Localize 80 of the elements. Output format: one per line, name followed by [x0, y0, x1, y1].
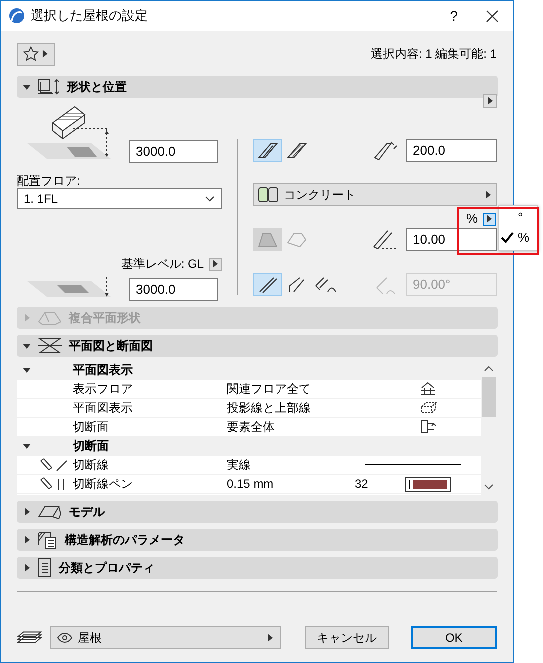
projection-icon	[420, 401, 438, 415]
thickness-field[interactable]: 200.0	[406, 139, 497, 162]
property-name: 平面図表示	[73, 400, 134, 417]
floor-label: 配置フロア:	[17, 173, 82, 188]
base-height-field[interactable]: 3000.0	[129, 278, 218, 301]
unit-menu-button[interactable]	[483, 212, 496, 226]
reference-level-label: 基準レベル: GL	[121, 256, 204, 273]
expand-icon	[23, 314, 31, 322]
help-button[interactable]: ?	[442, 9, 466, 23]
slope-field[interactable]: 10.00	[406, 228, 497, 251]
section-header[interactable]: 形状と位置	[17, 76, 498, 98]
expand-icon	[23, 366, 31, 374]
property-value: 要素全体	[227, 419, 276, 436]
selection-info: 選択内容: 1 編集可能: 1	[370, 46, 497, 63]
floor-dropdown[interactable]: 1. 1FL	[17, 188, 222, 209]
edge-option-icon	[314, 276, 338, 294]
level-menu-button[interactable]	[209, 258, 222, 270]
group-label: 切断面	[73, 438, 109, 455]
eye-icon	[57, 632, 74, 642]
property-name: 切断面	[73, 419, 110, 436]
expand-icon	[23, 342, 31, 350]
edge-toggle[interactable]	[253, 273, 282, 296]
section-header[interactable]: 分類とプロパティ	[17, 557, 498, 579]
property-value: 実線	[227, 457, 252, 474]
section-header[interactable]: モデル	[17, 501, 498, 523]
ok-button[interactable]: OK	[411, 626, 497, 649]
model-icon	[37, 504, 63, 520]
roof-shape-icon	[37, 310, 63, 326]
options-button[interactable]	[483, 94, 497, 108]
section-header[interactable]: 構造解析のパラメータ	[17, 529, 498, 551]
layer-dropdown[interactable]: 屋根	[50, 626, 282, 649]
structure-option-icon	[256, 142, 278, 160]
caret-icon	[486, 97, 494, 105]
property-name: 切断線	[73, 457, 110, 474]
close-icon	[486, 10, 499, 24]
structure-icon	[37, 530, 59, 550]
favorites-button[interactable]	[17, 42, 55, 66]
app-logo-icon	[9, 8, 25, 24]
caret-icon	[486, 215, 493, 223]
layer-icon	[17, 628, 42, 646]
pen-color-swatch[interactable]	[405, 476, 451, 492]
caret-icon	[42, 50, 49, 58]
height-field[interactable]: 3000.0	[129, 140, 218, 163]
section-header[interactable]: 平面図と断面図	[17, 335, 498, 357]
pen-number: 32	[355, 476, 370, 493]
window-title: 選択した屋根の設定	[31, 7, 149, 26]
expand-icon	[23, 442, 31, 450]
expand-icon	[23, 508, 31, 516]
caret-icon	[485, 190, 492, 198]
unit-label: %	[466, 210, 478, 228]
expand-icon	[23, 536, 31, 544]
structure-option-icon	[286, 142, 308, 160]
shape-option-icon	[256, 230, 278, 248]
property-value: 関連フロア全て	[227, 381, 312, 398]
check-icon	[501, 232, 514, 244]
structure-toggle[interactable]	[253, 139, 282, 162]
cancel-button[interactable]: キャンセル	[304, 626, 390, 649]
expand-icon	[23, 564, 31, 572]
caret-icon	[212, 260, 219, 268]
property-name: 表示フロア	[73, 381, 134, 398]
plan-section-icon	[37, 337, 63, 355]
floors-icon	[420, 382, 436, 396]
caret-icon	[267, 634, 274, 642]
star-icon	[23, 46, 40, 62]
shape-option-icon	[286, 230, 308, 248]
property-value: 投影線と上部線	[227, 400, 312, 417]
expand-icon	[23, 83, 31, 91]
property-value: 0.15 mm	[227, 476, 275, 493]
thickness-icon	[373, 140, 399, 162]
menu-item[interactable]: %	[499, 228, 537, 248]
geometry-icon	[37, 78, 61, 96]
menu-item[interactable]: °	[499, 208, 537, 228]
document-icon	[37, 558, 53, 578]
cut-plane-icon	[420, 420, 436, 434]
material-dropdown[interactable]: コンクリート	[253, 183, 497, 206]
chevron-icon	[205, 196, 215, 202]
shape-toggle[interactable]	[253, 228, 282, 251]
group-label: 平面図表示	[73, 362, 133, 379]
material-icon	[258, 186, 280, 202]
property-name: 切断線ペン	[73, 476, 134, 493]
